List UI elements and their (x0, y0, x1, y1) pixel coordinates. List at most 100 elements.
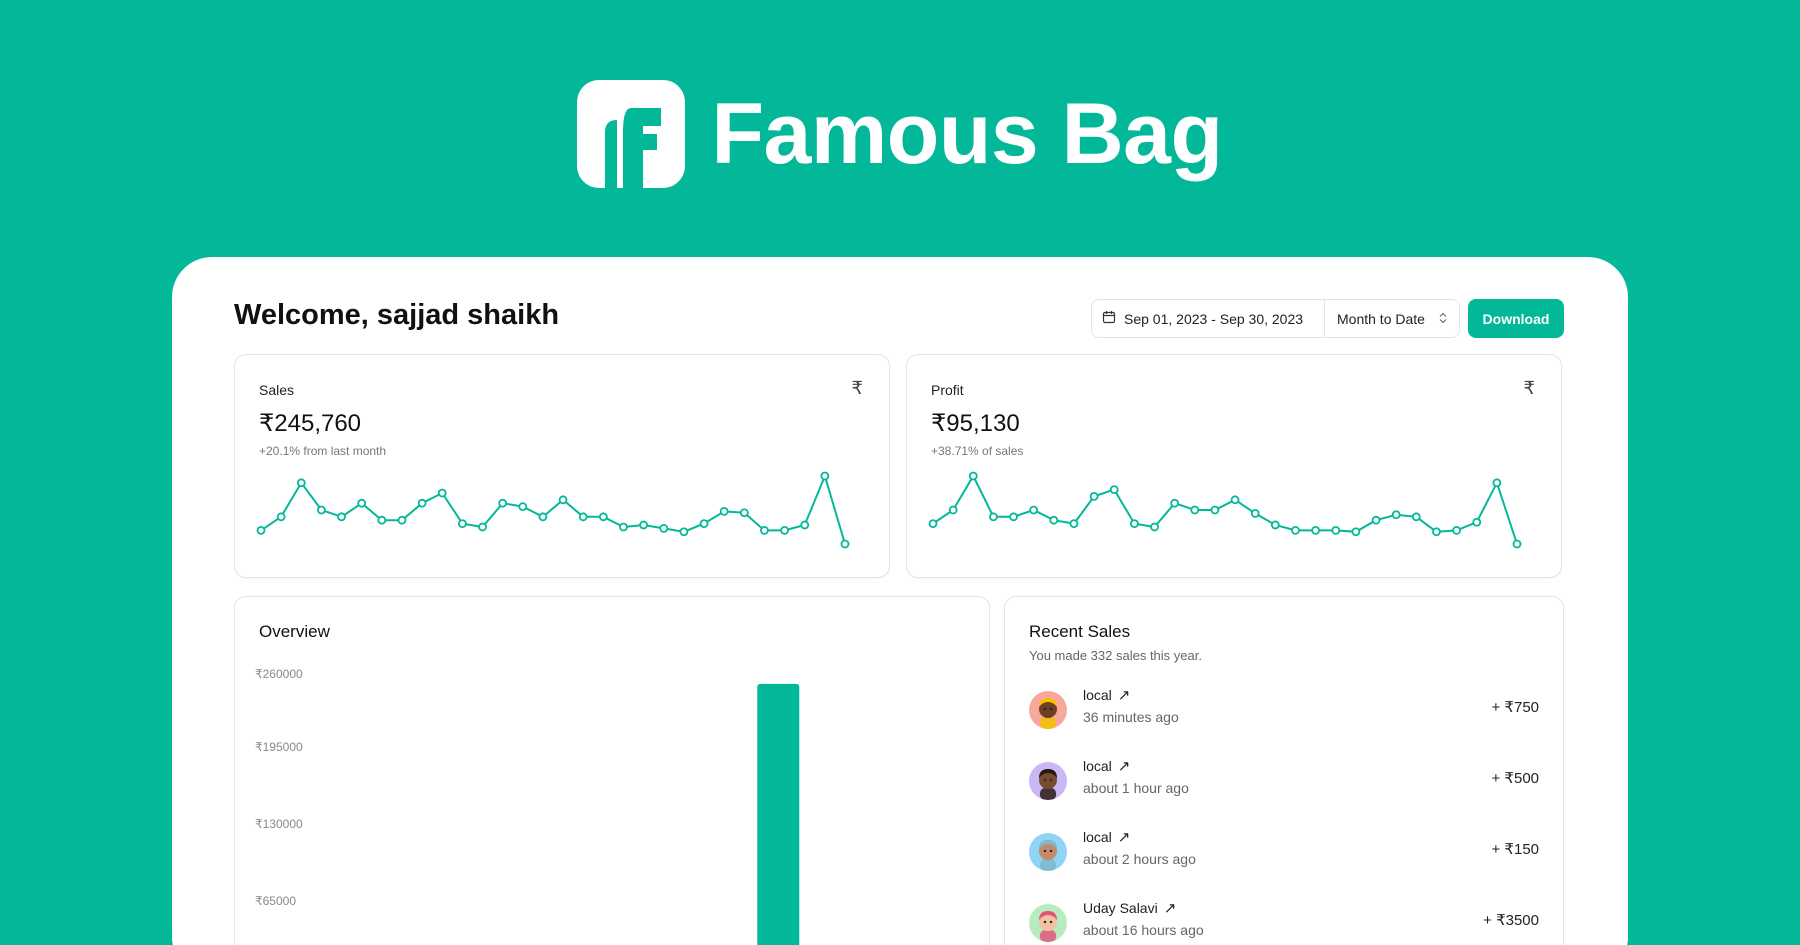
sparkline-point[interactable] (478, 522, 487, 532)
recent-sale-row[interactable]: Uday Salavi ↗ about 16 hours ago + ₹3500 (1029, 898, 1539, 945)
sparkline-point[interactable] (558, 495, 568, 505)
sparkline-point[interactable] (739, 508, 749, 518)
sale-amount: + ₹500 (1491, 770, 1540, 787)
sparkline-point[interactable] (357, 498, 367, 508)
recent-sales-title: Recent Sales (1029, 622, 1131, 641)
sale-customer[interactable]: local ↗ (1083, 686, 1130, 704)
sparkline-point[interactable] (1492, 478, 1502, 488)
sparkline-point[interactable] (1432, 527, 1441, 537)
sparkline-point[interactable] (498, 498, 508, 508)
recent-sale-row[interactable]: local ↗ 36 minutes ago + ₹750 (1029, 685, 1539, 733)
sparkline-point[interactable] (1291, 526, 1300, 535)
sparkline-point[interactable] (968, 471, 978, 481)
sparkline-point[interactable] (397, 515, 407, 525)
toolbar: Sep 01, 2023 - Sep 30, 2023 Month to Dat… (1091, 299, 1564, 338)
sparkline-point[interactable] (989, 512, 998, 522)
avatar (1029, 762, 1067, 800)
sale-customer-name: local (1083, 829, 1112, 845)
sale-amount: + ₹3500 (1483, 912, 1539, 929)
sale-amount: + ₹750 (1491, 699, 1540, 716)
sparkline-point[interactable] (296, 478, 306, 488)
sparkline-point[interactable] (1170, 498, 1180, 508)
sale-customer[interactable]: local ↗ (1083, 828, 1130, 846)
sparkline-point[interactable] (719, 506, 729, 516)
sparkline-point[interactable] (1452, 526, 1461, 535)
sparkline-point[interactable] (457, 519, 467, 528)
sparkline-point[interactable] (377, 515, 387, 525)
sparkline-point[interactable] (619, 522, 628, 532)
sparkline-point[interactable] (417, 498, 427, 508)
sparkline-point[interactable] (699, 519, 709, 528)
sale-time: 36 minutes ago (1083, 709, 1179, 725)
sparkline-point[interactable] (1311, 526, 1321, 535)
recent-sale-row[interactable]: local ↗ about 2 hours ago + ₹150 (1029, 827, 1539, 875)
sparkline-point[interactable] (1331, 526, 1341, 535)
overview-title: Overview (259, 622, 330, 641)
sparkline-point[interactable] (1351, 527, 1361, 537)
sparkline-point[interactable] (276, 512, 286, 522)
sparkline-point[interactable] (1270, 520, 1280, 530)
date-range-picker[interactable]: Sep 01, 2023 - Sep 30, 2023 (1092, 300, 1325, 337)
sparkline-point[interactable] (317, 505, 326, 515)
period-select[interactable]: Month to Date (1325, 300, 1459, 337)
sparkline-point[interactable] (437, 488, 447, 498)
download-button[interactable]: Download (1468, 299, 1564, 338)
sale-customer[interactable]: local ↗ (1083, 757, 1130, 775)
recent-sale-row[interactable]: local ↗ about 1 hour ago + ₹500 (1029, 756, 1539, 804)
sparkline-point[interactable] (679, 527, 689, 537)
sparkline-point[interactable] (760, 526, 769, 535)
sparkline-point[interactable] (1472, 517, 1482, 527)
sparkline-point[interactable] (1089, 491, 1099, 501)
arrow-up-right-icon: ↗ (1117, 758, 1131, 775)
sparkline-point[interactable] (1210, 505, 1220, 515)
sparkline-point[interactable] (1512, 539, 1522, 549)
sparkline-point[interactable] (518, 502, 528, 511)
sparkline-point[interactable] (1150, 522, 1159, 532)
sparkline-point[interactable] (337, 512, 346, 522)
sparkline-point[interactable] (659, 523, 669, 533)
sparkline-point[interactable] (928, 519, 938, 528)
sparkline-point[interactable] (1371, 515, 1381, 525)
sale-time: about 2 hours ago (1083, 851, 1196, 867)
profit-card-title: Profit (931, 382, 964, 398)
sparkline-point[interactable] (1069, 519, 1079, 528)
sparkline-point[interactable] (1190, 505, 1200, 515)
sparkline-point[interactable] (256, 526, 266, 535)
sparkline-point[interactable] (1250, 509, 1260, 518)
sale-customer-name: local (1083, 687, 1112, 703)
sparkline-point[interactable] (948, 505, 958, 515)
y-tick-label: ₹65000 (255, 894, 297, 908)
sparkline-point[interactable] (598, 512, 608, 522)
sparkline-point[interactable] (1129, 519, 1139, 528)
page-title: Welcome, sajjad shaikh (234, 299, 560, 331)
sparkline-point[interactable] (800, 520, 810, 530)
y-tick-label: ₹260000 (255, 667, 303, 681)
sparkline-point[interactable] (780, 526, 789, 535)
recent-sales-subtitle: You made 332 sales this year. (1029, 648, 1202, 663)
sparkline-point[interactable] (820, 471, 830, 481)
sparkline-point[interactable] (1391, 510, 1401, 520)
sparkline-point[interactable] (538, 512, 548, 522)
overview-bar-sep[interactable] (757, 683, 800, 945)
sparkline-point[interactable] (840, 539, 850, 549)
sale-customer[interactable]: Uday Salavi ↗ (1083, 899, 1176, 917)
sales-value: ₹245,760 (259, 410, 362, 437)
avatar (1029, 904, 1067, 942)
rupee-icon: ₹ (1523, 378, 1535, 398)
sparkline-point[interactable] (1029, 505, 1039, 515)
sale-customer-name: local (1083, 758, 1112, 774)
profit-value: ₹95,130 (931, 410, 1020, 437)
sparkline-point[interactable] (1109, 485, 1119, 495)
sparkline-point[interactable] (578, 512, 588, 522)
arrow-up-right-icon: ↗ (1117, 829, 1131, 846)
sparkline-point[interactable] (1411, 512, 1421, 522)
date-filter: Sep 01, 2023 - Sep 30, 2023 Month to Dat… (1091, 299, 1460, 338)
sparkline-point[interactable] (1049, 515, 1059, 525)
sparkline-path (932, 473, 1518, 545)
sparkline-point[interactable] (1230, 495, 1240, 505)
sales-sparkline (256, 471, 850, 549)
sparkline-point[interactable] (1009, 512, 1018, 522)
profit-sparkline (928, 471, 1522, 549)
sparkline-point[interactable] (639, 520, 649, 530)
sale-customer-name: Uday Salavi (1083, 900, 1158, 916)
